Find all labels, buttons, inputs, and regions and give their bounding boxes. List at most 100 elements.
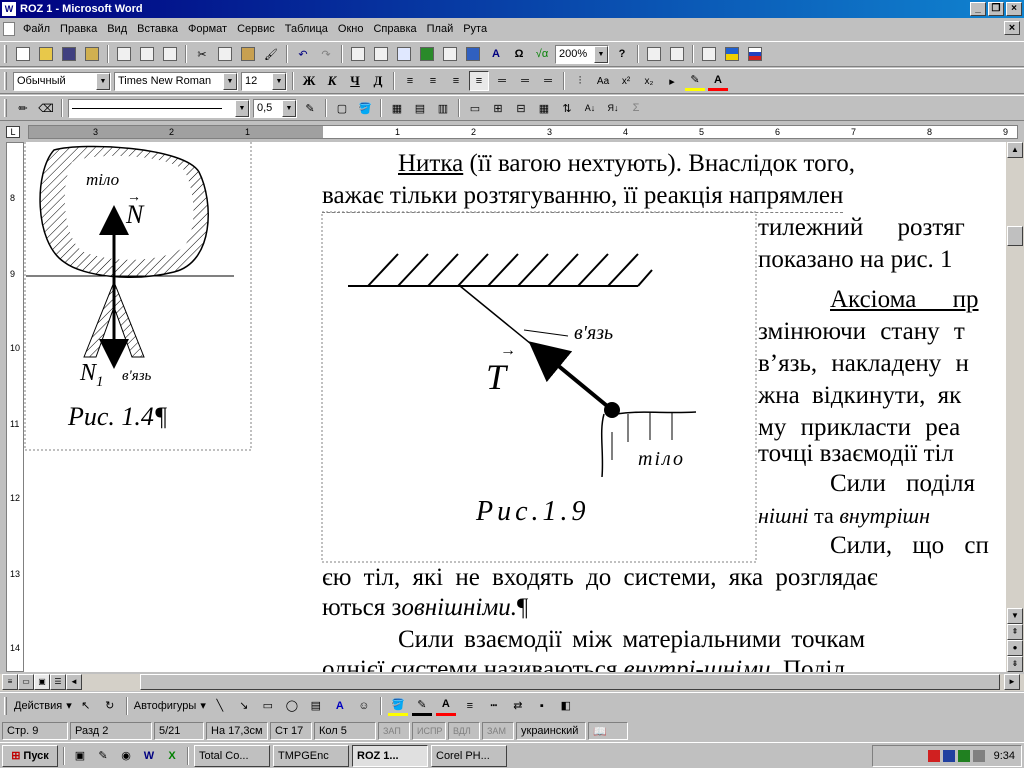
outside-border-icon[interactable]: ▢ (332, 98, 352, 118)
help-icon[interactable]: ? (612, 44, 632, 64)
translate-icon[interactable] (667, 44, 687, 64)
free-rotate-icon[interactable]: ↻ (100, 696, 120, 716)
save-icon[interactable] (59, 44, 79, 64)
quicklaunch-excel-icon[interactable]: X (162, 746, 182, 766)
format-painter-icon[interactable]: 🖌 (261, 44, 281, 64)
actions-menu[interactable]: Действия (14, 700, 62, 712)
style-select[interactable]: Обычный ▼ (13, 71, 111, 91)
scroll-up-icon[interactable]: ▲ (1007, 142, 1023, 158)
arrow-style-icon[interactable]: ⇄ (508, 696, 528, 716)
line-style-select[interactable]: ▼ (68, 98, 250, 118)
quicklaunch-word-icon[interactable]: W (139, 746, 159, 766)
menu-view[interactable]: Вид (102, 23, 132, 35)
web-view-icon[interactable]: ▭ (18, 674, 34, 690)
menu-edit[interactable]: Правка (55, 23, 102, 35)
menu-format[interactable]: Формат (183, 23, 232, 35)
textbox-icon[interactable]: ▤ (306, 696, 326, 716)
font-a-icon[interactable]: A (486, 44, 506, 64)
merge-cells-icon[interactable]: ▤ (410, 98, 430, 118)
task-tmpgenc[interactable]: TMPGEnc (273, 744, 349, 767)
tab-selector[interactable]: L (6, 126, 20, 138)
superscript-icon[interactable]: x² (616, 71, 636, 91)
zoom-select[interactable]: 200% ▼ (555, 44, 609, 64)
shading-icon[interactable]: 🪣 (355, 98, 375, 118)
indent-icon[interactable]: ⫶ (570, 71, 590, 91)
print-preview-icon[interactable] (137, 44, 157, 64)
fill-color-icon[interactable]: 🪣 (387, 696, 408, 716)
close-button[interactable]: × (1006, 2, 1022, 16)
start-button[interactable]: ⊞ Пуск (2, 744, 58, 767)
align-right-icon[interactable]: ≡ (446, 71, 466, 91)
prev-page-icon[interactable]: ⇞ (1007, 624, 1023, 640)
layout-view-icon[interactable]: ▣ (34, 674, 50, 690)
browse-object-icon[interactable]: ● (1007, 640, 1023, 656)
sort-desc-icon[interactable]: Я↓ (603, 98, 623, 118)
equation-icon[interactable]: √α (532, 44, 552, 64)
3d-icon[interactable]: ◧ (556, 696, 576, 716)
menu-file[interactable]: Файл (18, 23, 55, 35)
minimize-button[interactable]: _ (970, 2, 986, 16)
distribute-rows-icon[interactable]: ⊞ (488, 98, 508, 118)
quicklaunch-explorer-icon[interactable]: ◉ (116, 746, 136, 766)
task-roz1[interactable]: ROZ 1... (352, 744, 428, 767)
cut-icon[interactable]: ✂ (192, 44, 212, 64)
spelling-status-icon[interactable]: 📖 (588, 722, 628, 740)
document-page[interactable]: тіло N → N1 в'язь Рис. 1.4¶ T → в'язь ті… (24, 142, 1006, 672)
double-underline-button[interactable]: Д (368, 71, 388, 91)
justify-icon[interactable]: ≡ (469, 71, 489, 91)
scroll-left-icon[interactable]: ◄ (66, 674, 82, 690)
document-icon[interactable] (3, 22, 15, 36)
horizontal-scrollbar[interactable]: ≡ ▭ ▣ ☰ ◄ ► (0, 674, 1024, 691)
distributed-icon[interactable]: ═ (492, 71, 512, 91)
redo-icon[interactable]: ↷ (316, 44, 336, 64)
align-center-icon[interactable]: ≡ (423, 71, 443, 91)
dash-style-icon[interactable]: ┅ (484, 696, 504, 716)
status-rec[interactable]: ЗАП (378, 722, 410, 740)
task-corel[interactable]: Corel PH... (431, 744, 507, 767)
hyperlink-icon[interactable] (348, 44, 368, 64)
rectangle-icon[interactable]: ▭ (258, 696, 278, 716)
pencil-icon[interactable]: ✏ (13, 98, 33, 118)
russia-flag-icon[interactable] (745, 44, 765, 64)
copy-icon[interactable] (215, 44, 235, 64)
columns-icon[interactable] (440, 44, 460, 64)
oval-icon[interactable]: ◯ (282, 696, 302, 716)
document-close-button[interactable]: × (1004, 21, 1020, 35)
eraser-icon[interactable]: ⌫ (36, 98, 56, 118)
quicklaunch-desktop-icon[interactable]: ▣ (70, 746, 90, 766)
new-document-icon[interactable] (13, 44, 33, 64)
menu-window[interactable]: Окно (333, 23, 369, 35)
normal-view-icon[interactable]: ≡ (2, 674, 18, 690)
spacing-icon[interactable]: ═ (538, 71, 558, 91)
select-objects-icon[interactable]: ↖ (76, 696, 96, 716)
next-page-icon[interactable]: ⇟ (1007, 656, 1023, 672)
sort-asc-icon[interactable]: А↓ (580, 98, 600, 118)
clipart-icon[interactable]: ☺ (354, 696, 374, 716)
font-size-select[interactable]: 12 ▼ (241, 71, 287, 91)
bold-button[interactable]: Ж (299, 71, 319, 91)
distribute-cols-icon[interactable]: ⊟ (511, 98, 531, 118)
line-weight-select[interactable]: 0,5 ▼ (253, 98, 297, 118)
change-case-icon[interactable]: Аа (593, 71, 613, 91)
insert-table-icon[interactable] (394, 44, 414, 64)
align-left-icon[interactable]: ≡ (400, 71, 420, 91)
menu-table[interactable]: Таблица (280, 23, 333, 35)
find-icon[interactable] (644, 44, 664, 64)
wordart-icon[interactable]: A (330, 696, 350, 716)
quicklaunch-tool-icon[interactable]: ✎ (93, 746, 113, 766)
tray-network-icon[interactable] (957, 750, 970, 762)
status-trk[interactable]: ИСПР (412, 722, 446, 740)
scroll-down-icon[interactable]: ▼ (1007, 608, 1023, 624)
insert-table2-icon[interactable]: ▦ (387, 98, 407, 118)
status-language[interactable]: украинский (516, 722, 586, 740)
autoformat-icon[interactable]: ▦ (534, 98, 554, 118)
text-color-icon[interactable]: A (435, 696, 456, 716)
line-color-icon[interactable]: ✎ (411, 696, 432, 716)
align-top-icon[interactable]: ▭ (465, 98, 485, 118)
bullet-icon[interactable]: ▸ (662, 71, 682, 91)
paste-icon[interactable] (238, 44, 258, 64)
outline-view-icon[interactable]: ☰ (50, 674, 66, 690)
permissions-icon[interactable] (82, 44, 102, 64)
insert-excel-icon[interactable] (417, 44, 437, 64)
vertical-scrollbar[interactable]: ▲ ▼ ⇞ ● ⇟ (1006, 142, 1024, 672)
